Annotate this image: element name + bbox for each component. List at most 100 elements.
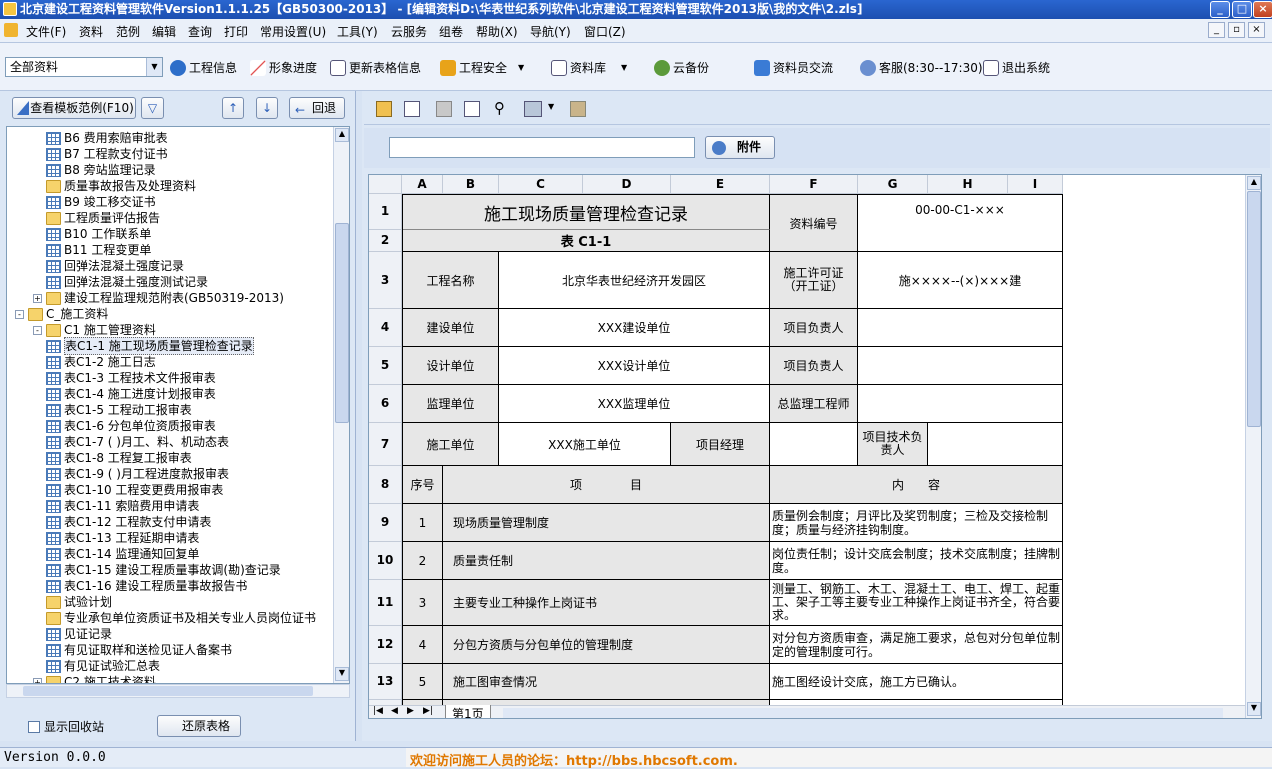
cloud-backup-button[interactable]: 云备份 xyxy=(654,59,709,76)
first-sheet-arrow[interactable]: |◀ xyxy=(373,706,383,716)
doc-no-value[interactable]: 00-00-C1-××× xyxy=(858,195,1063,252)
collapse-icon[interactable]: - xyxy=(15,309,24,319)
row-seq[interactable]: 3 xyxy=(403,580,443,626)
row-seq[interactable]: 1 xyxy=(403,504,443,542)
resource-tree[interactable]: B6 费用索赔审批表 B7 工程款支付证书 B8 旁站监理记录 质量事故报告及处理资料… xyxy=(6,126,350,684)
row-header[interactable]: 6 xyxy=(369,385,402,423)
supervise-unit-label[interactable]: 监理单位 xyxy=(403,385,499,423)
tree-item[interactable]: 质量事故报告及处理资料 xyxy=(46,178,196,194)
tree-item[interactable]: 见证记录 xyxy=(46,626,112,642)
layout-icon[interactable] xyxy=(464,101,480,117)
tree-horizontal-scrollbar[interactable] xyxy=(6,684,350,698)
row-header[interactable]: 1 xyxy=(369,194,402,230)
chief-supervisor-label[interactable]: 总监理工程师 xyxy=(770,385,858,423)
row-content[interactable]: 施工图经设计交底，施工方已确认。 xyxy=(770,664,1063,700)
row-header[interactable]: 3 xyxy=(369,252,402,309)
tree-item[interactable]: B11 工程变更单 xyxy=(46,242,151,258)
tree-item[interactable]: + C2 施工技术资料 xyxy=(33,674,156,683)
design-leader-value[interactable] xyxy=(858,347,1063,385)
binoculars-icon[interactable]: ⚲ xyxy=(494,99,505,117)
tree-item[interactable]: 表C1-10 工程变更费用报审表 xyxy=(46,482,223,498)
move-up-button[interactable]: ↑ xyxy=(222,97,244,119)
chevron-down-icon[interactable]: ▼ xyxy=(518,63,524,72)
tree-item[interactable]: - C_施工资料 xyxy=(15,306,108,322)
tech-leader-value[interactable] xyxy=(928,423,1063,466)
tree-item[interactable]: 回弹法混凝土强度测试记录 xyxy=(46,274,208,290)
form-code[interactable]: 表 C1-1 xyxy=(403,230,770,252)
column-header[interactable]: B xyxy=(443,175,499,194)
sheet-hscroll[interactable] xyxy=(503,708,1223,718)
column-header[interactable]: I xyxy=(1008,175,1063,194)
sheet-scroll-thumb[interactable] xyxy=(1247,191,1261,427)
menu-print[interactable]: 打印 xyxy=(224,23,248,40)
corner-header[interactable] xyxy=(369,175,402,194)
row-item[interactable]: 质量责任制 xyxy=(443,542,770,580)
save-icon[interactable] xyxy=(436,101,452,117)
sheet-vertical-scrollbar[interactable]: ▲ ▼ xyxy=(1245,175,1261,718)
row-header[interactable]: 13 xyxy=(369,664,402,700)
scroll-down-arrow[interactable]: ▼ xyxy=(1247,702,1261,716)
next-sheet-arrow[interactable]: ▶ xyxy=(407,706,414,716)
tree-item[interactable]: 表C1-7 ( )月工、料、机动态表 xyxy=(46,434,229,450)
tree-item[interactable]: + 建设工程监理规范附表(GB50319-2013) xyxy=(33,290,284,306)
column-header[interactable]: D xyxy=(583,175,671,194)
tree-hscroll-thumb[interactable] xyxy=(23,686,313,696)
seq-header[interactable]: 序号 xyxy=(403,466,443,504)
scroll-up-arrow[interactable]: ▲ xyxy=(335,128,349,142)
project-info-button[interactable]: 工程信息 xyxy=(170,59,237,76)
tree-scroll-thumb[interactable] xyxy=(335,223,349,423)
menu-cloud[interactable]: 云服务 xyxy=(391,23,427,40)
form-title[interactable]: 施工现场质量管理检查记录 xyxy=(403,195,770,230)
row-item[interactable]: 现场质量管理制度 xyxy=(443,504,770,542)
row-header[interactable]: 7 xyxy=(369,423,402,466)
row-seq[interactable]: 5 xyxy=(403,664,443,700)
search-input[interactable] xyxy=(389,137,695,158)
menu-example[interactable]: 范例 xyxy=(116,23,140,40)
row-item[interactable]: 分包方资质与分包单位的管理制度 xyxy=(443,626,770,664)
menu-query[interactable]: 查询 xyxy=(188,23,212,40)
view-template-button[interactable]: 查看模板范例(F10) xyxy=(12,97,136,119)
tree-item[interactable]: 表C1-2 施工日志 xyxy=(46,354,156,370)
menu-tools[interactable]: 工具(Y) xyxy=(337,23,378,40)
build-unit-value[interactable]: XXX建设单位 xyxy=(499,309,770,347)
tree-item[interactable]: 表C1-3 工程技术文件报审表 xyxy=(46,370,216,386)
folder-icon[interactable] xyxy=(570,101,586,117)
tree-item[interactable]: 表C1-8 工程复工报审表 xyxy=(46,450,192,466)
column-header[interactable]: E xyxy=(671,175,770,194)
row-header[interactable]: 8 xyxy=(369,466,402,504)
tree-item[interactable]: 表C1-4 施工进度计划报审表 xyxy=(46,386,216,402)
project-name-label[interactable]: 工程名称 xyxy=(403,252,499,309)
chief-supervisor-value[interactable] xyxy=(858,385,1063,423)
sheet-tab-page1[interactable]: 第1页 xyxy=(445,705,491,718)
tree-item[interactable]: 表C1-16 建设工程质量事故报告书 xyxy=(46,578,247,594)
tree-item[interactable]: B10 工作联系单 xyxy=(46,226,151,242)
preview-icon[interactable] xyxy=(404,101,420,117)
scroll-up-arrow[interactable]: ▲ xyxy=(1247,176,1261,190)
design-leader-label[interactable]: 项目负责人 xyxy=(770,347,858,385)
column-header[interactable]: A xyxy=(402,175,443,194)
menu-data[interactable]: 资料 xyxy=(79,23,103,40)
collapse-icon[interactable]: - xyxy=(33,325,42,335)
minimize-button[interactable]: _ xyxy=(1210,1,1230,18)
library-button[interactable]: 资料库 ▼ xyxy=(551,59,627,76)
tree-item[interactable]: B7 工程款支付证书 xyxy=(46,146,168,162)
row-header[interactable]: 5 xyxy=(369,347,402,385)
tree-item[interactable]: 表C1-13 工程延期申请表 xyxy=(46,530,199,546)
paste-icon[interactable] xyxy=(376,101,392,117)
menu-window[interactable]: 窗口(Z) xyxy=(584,23,626,40)
tree-item[interactable]: B6 费用索赔审批表 xyxy=(46,130,168,146)
tree-item[interactable]: 表C1-15 建设工程质量事故调(勘)查记录 xyxy=(46,562,281,578)
expand-icon[interactable]: + xyxy=(33,293,42,303)
row-content[interactable]: 对分包方资质审查，满足施工要求，总包对分包单位制定的管理制度可行。 xyxy=(770,626,1063,664)
restore-table-button[interactable]: 还原表格 xyxy=(157,715,241,737)
tree-item[interactable]: B8 旁站监理记录 xyxy=(46,162,156,178)
tech-leader-label[interactable]: 项目技术负责人 xyxy=(858,423,928,466)
menu-edit[interactable]: 编辑 xyxy=(152,23,176,40)
column-header[interactable]: G xyxy=(858,175,928,194)
column-header[interactable]: H xyxy=(928,175,1008,194)
build-unit-label[interactable]: 建设单位 xyxy=(403,309,499,347)
doc-no-label[interactable]: 资料编号 xyxy=(770,195,858,252)
customer-service-button[interactable]: 客服(8:30--17:30) xyxy=(860,59,983,76)
tree-item[interactable]: 表C1-6 分包单位资质报审表 xyxy=(46,418,216,434)
tree-item[interactable]: - C1 施工管理资料 xyxy=(33,322,156,338)
